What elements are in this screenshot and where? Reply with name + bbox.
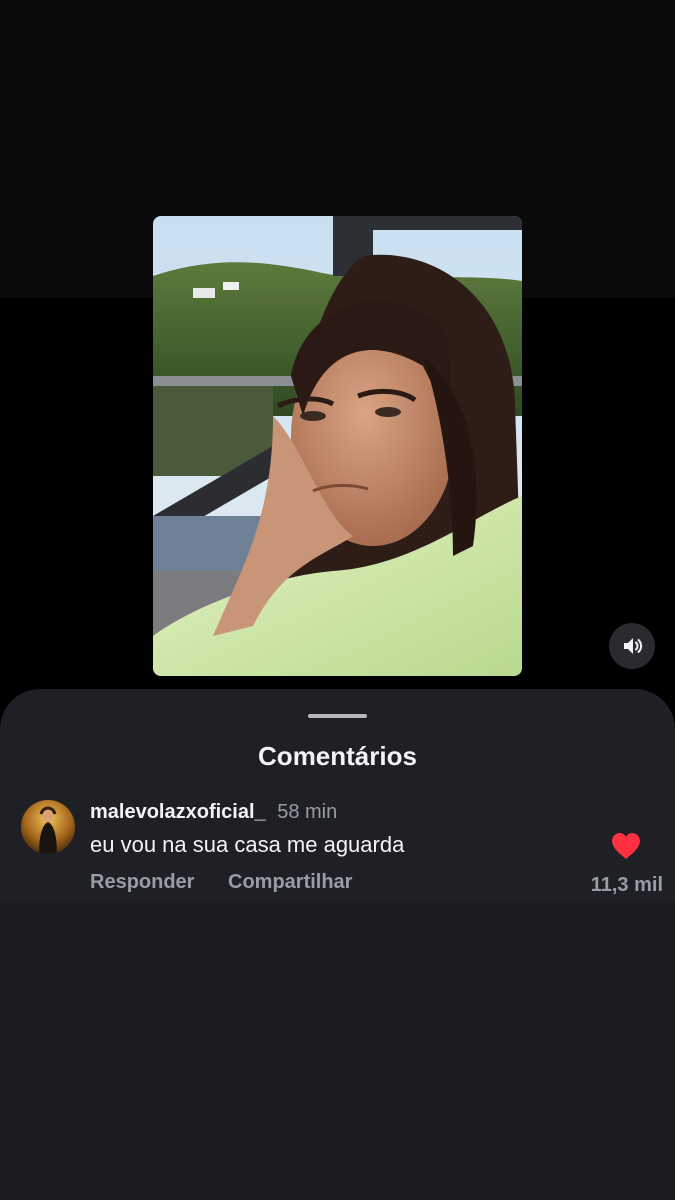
screen: Comentários malevolazxoficial_ 58 min eu… xyxy=(0,0,675,1200)
video-preview[interactable] xyxy=(153,216,522,676)
comment-username[interactable]: malevolazxoficial_ xyxy=(90,801,266,823)
heart-icon xyxy=(612,833,640,859)
speaker-icon xyxy=(624,638,643,654)
share-button[interactable]: Compartilhar xyxy=(228,870,352,894)
reply-button[interactable]: Responder xyxy=(90,870,194,894)
sheet-title: Comentários xyxy=(258,741,417,771)
drag-handle[interactable] xyxy=(308,714,367,718)
comments-sheet-empty-area xyxy=(0,902,675,1200)
avatar[interactable] xyxy=(21,800,75,854)
comment-text: eu vou na sua casa me aguarda xyxy=(90,832,405,857)
like-count: 11,3 mil xyxy=(590,874,663,896)
comment-header: malevolazxoficial_ 58 min xyxy=(90,800,337,824)
avatar-image xyxy=(21,800,75,854)
video-frame-illustration xyxy=(153,216,522,676)
like-button[interactable] xyxy=(611,832,641,860)
comment-timestamp: 58 min xyxy=(277,801,338,823)
mute-button[interactable] xyxy=(609,623,655,669)
